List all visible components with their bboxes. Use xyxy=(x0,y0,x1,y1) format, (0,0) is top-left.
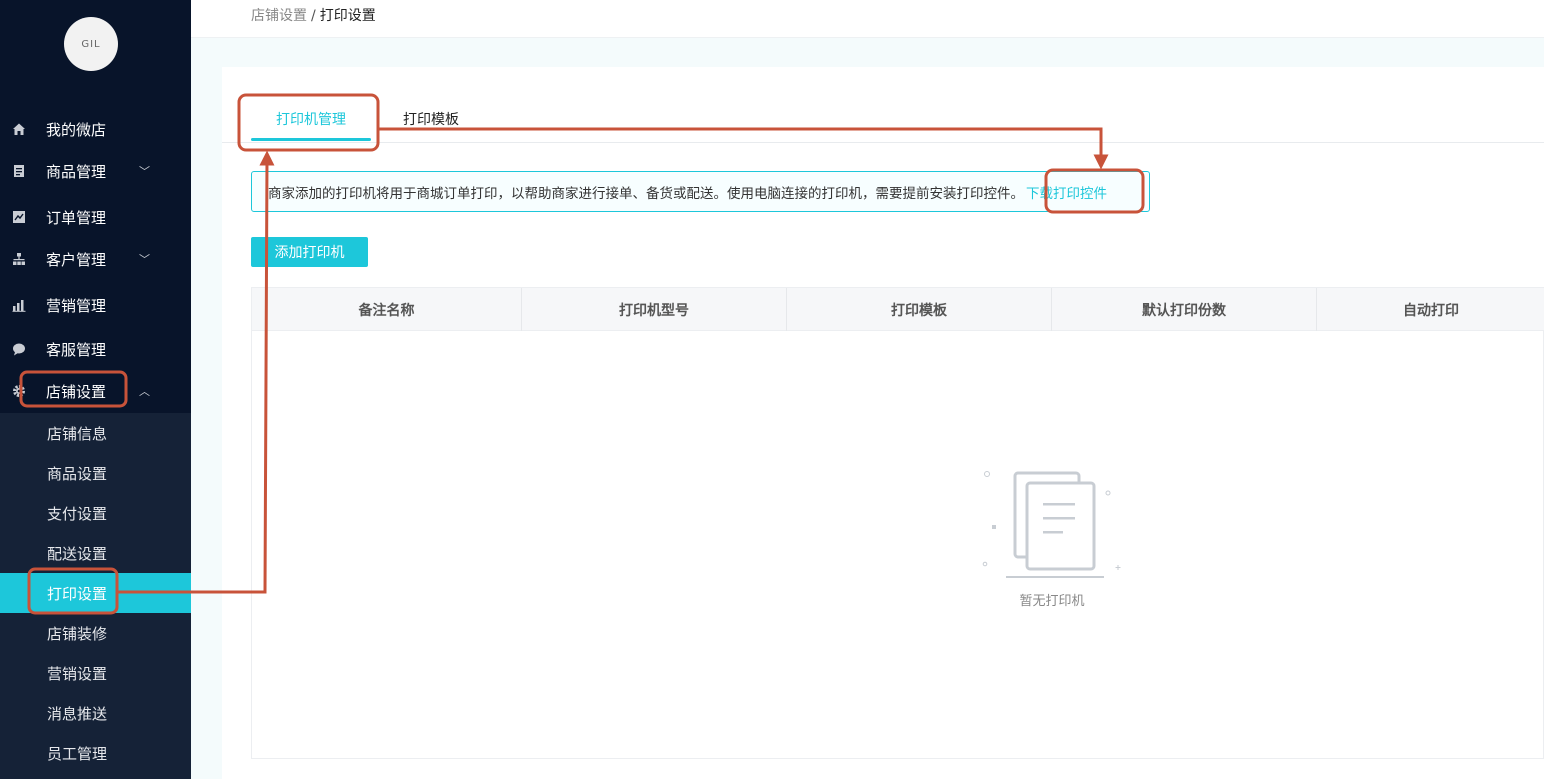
submenu-item-print-settings[interactable]: 打印设置 xyxy=(0,573,191,613)
sidebar-item-store-settings[interactable]: 店铺设置 ︿ xyxy=(0,370,191,412)
tab-bar: 打印机管理 打印模板 xyxy=(222,67,1544,143)
sidebar-item-label: 客户管理 xyxy=(46,250,107,269)
sidebar-item-label: 订单管理 xyxy=(46,208,107,227)
column-header-remark-name: 备注名称 xyxy=(252,288,522,331)
sidebar-item-label: 客服管理 xyxy=(46,340,107,359)
sidebar-item-label: 我的微店 xyxy=(46,120,107,139)
sidebar-item-customer-service[interactable]: 客服管理 xyxy=(0,328,191,370)
tab-printer-management[interactable]: 打印机管理 xyxy=(276,109,346,129)
submenu-item-store-decoration[interactable]: 店铺装修 xyxy=(0,613,191,653)
empty-documents-icon xyxy=(982,471,1121,578)
document-icon xyxy=(11,163,27,179)
active-tab-indicator xyxy=(251,138,371,141)
sidebar-item-orders[interactable]: 订单管理 xyxy=(0,196,191,238)
breadcrumb-current: 打印设置 xyxy=(319,8,376,24)
printer-table: 备注名称 打印机型号 打印模板 默认打印份数 自动打印 暂无打印机 xyxy=(251,287,1544,759)
submenu-item-label: 商品设置 xyxy=(47,464,108,483)
notice-text: 商家添加的打印机将用于商城订单打印，以帮助商家进行接单、备货或配送。使用电脑连接… xyxy=(268,185,1024,202)
sidebar-item-my-store[interactable]: 我的微店 xyxy=(0,108,191,150)
chat-icon xyxy=(11,341,27,357)
submenu-item-staff-management[interactable]: 员工管理 xyxy=(0,733,191,773)
submenu-item-label: 支付设置 xyxy=(47,504,108,523)
download-print-plugin-link[interactable]: 下载打印控件 xyxy=(1026,182,1107,202)
submenu-item-label: 店铺信息 xyxy=(47,424,108,443)
store-logo[interactable]: GIL xyxy=(64,17,118,71)
column-header-auto-print: 自动打印 xyxy=(1403,302,1459,319)
info-notice: 商家添加的打印机将用于商城订单打印，以帮助商家进行接单、备货或配送。使用电脑连接… xyxy=(251,171,1150,212)
chart-icon xyxy=(11,209,27,225)
gear-icon xyxy=(11,383,27,399)
sidebar-item-marketing[interactable]: 营销管理 xyxy=(0,284,191,326)
home-icon xyxy=(11,121,27,137)
tab-print-template[interactable]: 打印模板 xyxy=(403,109,459,129)
org-icon xyxy=(11,251,27,267)
submenu-item-label: 营销设置 xyxy=(47,664,108,683)
submenu-item-payment-settings[interactable]: 支付设置 xyxy=(0,493,191,533)
empty-state-text: 暂无打印机 xyxy=(1019,594,1085,609)
submenu-item-store-info[interactable]: 店铺信息 xyxy=(0,413,191,453)
sidebar-item-label: 营销管理 xyxy=(46,296,107,315)
store-settings-submenu: 店铺信息 商品设置 支付设置 配送设置 打印设置 店铺装修 营销设置 消息推送 … xyxy=(0,413,191,779)
submenu-item-message-push[interactable]: 消息推送 xyxy=(0,693,191,733)
submenu-item-delivery-settings[interactable]: 配送设置 xyxy=(0,533,191,573)
breadcrumb: 店铺设置 / 打印设置 xyxy=(251,5,376,25)
column-header-print-template: 打印模板 xyxy=(787,288,1052,331)
add-printer-button[interactable]: 添加打印机 xyxy=(251,237,368,267)
chevron-down-icon: ﹀ xyxy=(139,165,150,178)
column-header-default-copies: 默认打印份数 xyxy=(1052,288,1317,331)
sidebar-item-products[interactable]: 商品管理 ﹀ xyxy=(0,150,191,192)
table-header: 备注名称 打印机型号 打印模板 默认打印份数 自动打印 xyxy=(252,288,1544,331)
submenu-item-label: 打印设置 xyxy=(47,584,108,603)
empty-state: 暂无打印机 xyxy=(952,453,1152,633)
chevron-up-icon: ︿ xyxy=(139,385,150,398)
sidebar-item-label: 商品管理 xyxy=(46,162,107,181)
submenu-item-label: 消息推送 xyxy=(47,704,108,723)
chevron-down-icon: ﹀ xyxy=(139,253,150,266)
submenu-item-label: 配送设置 xyxy=(47,544,108,563)
top-bar: 店铺设置 / 打印设置 xyxy=(191,0,1544,38)
bar-chart-icon xyxy=(11,297,27,313)
breadcrumb-parent[interactable]: 店铺设置 xyxy=(251,8,307,24)
sidebar-item-label: 店铺设置 xyxy=(46,382,107,401)
content-card: 打印机管理 打印模板 商家添加的打印机将用于商城订单打印，以帮助商家进行接单、备… xyxy=(222,67,1544,779)
submenu-item-label: 员工管理 xyxy=(47,744,108,763)
submenu-item-label: 店铺装修 xyxy=(47,624,108,643)
sidebar-item-customers[interactable]: 客户管理 ﹀ xyxy=(0,238,191,280)
submenu-item-marketing-settings[interactable]: 营销设置 xyxy=(0,653,191,693)
logo-text: GIL xyxy=(81,38,101,50)
breadcrumb-separator: / xyxy=(311,8,316,24)
sidebar: GIL 我的微店 商品管理 ﹀ 订单管理 客户管理 ﹀ 营销管理 客服管理 店铺… xyxy=(0,0,191,779)
column-header-printer-model: 打印机型号 xyxy=(522,288,787,331)
submenu-item-product-settings[interactable]: 商品设置 xyxy=(0,453,191,493)
